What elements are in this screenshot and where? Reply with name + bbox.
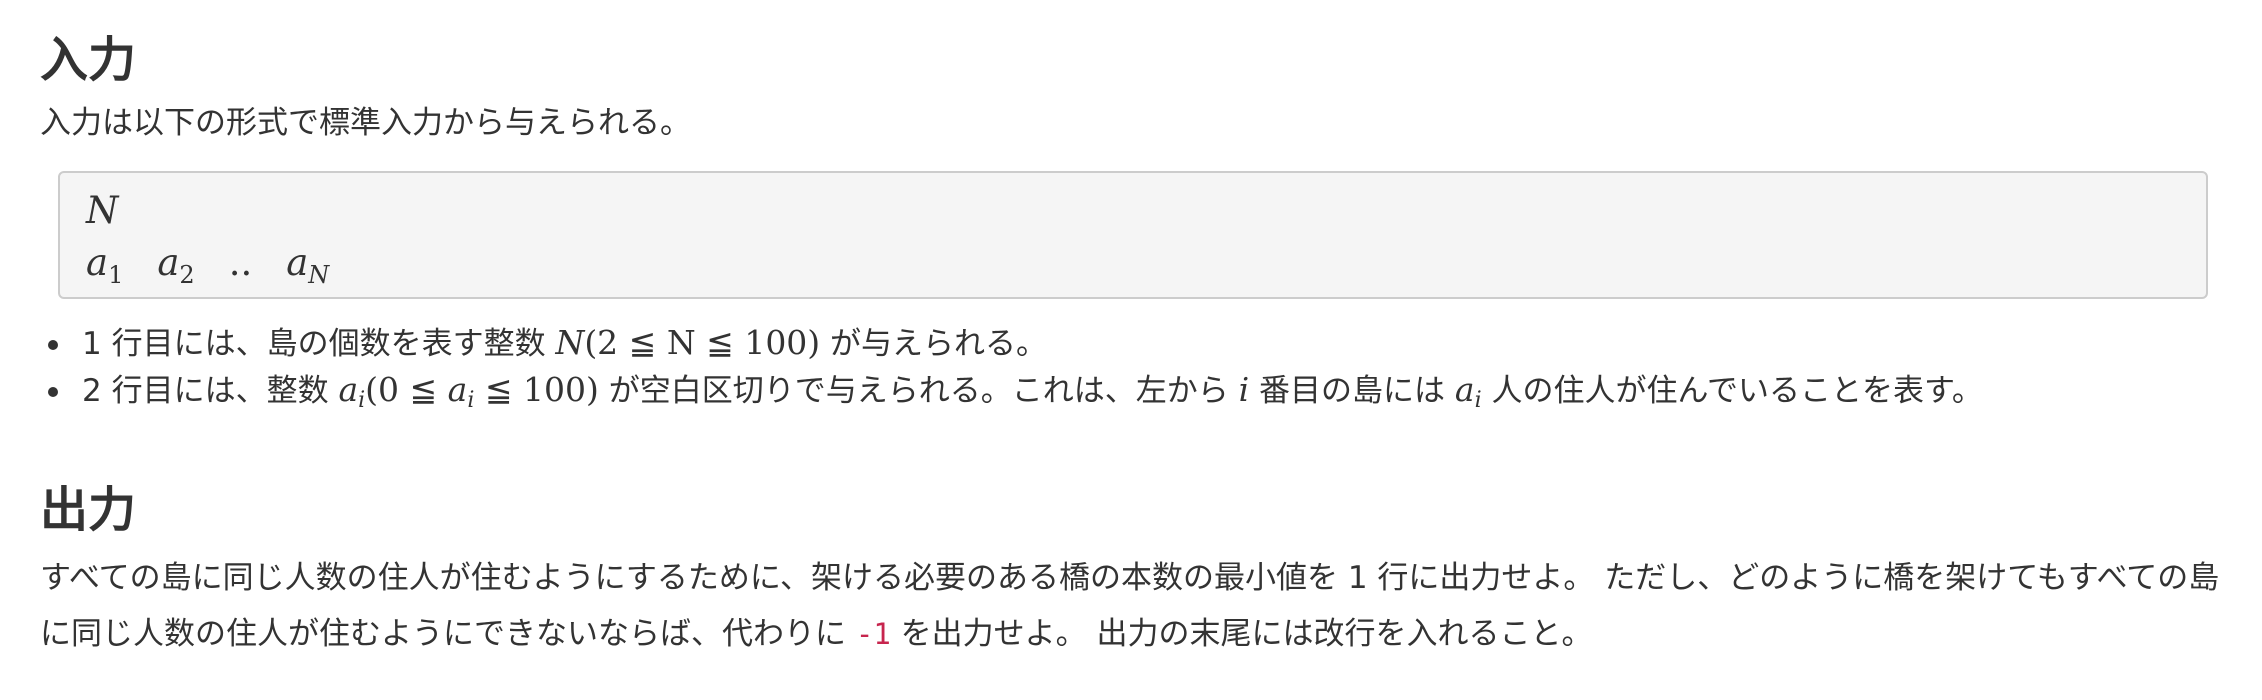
input-heading: 入力 (40, 32, 137, 88)
format-var-n: N (86, 189, 119, 232)
constraints-list: 1 行目には、島の個数を表す整数 N(2 ≦ N ≦ 100) が与えられる。 … (40, 320, 1983, 424)
math-range: (0 ≦ ai ≦ 100) (365, 370, 599, 413)
input-intro-text: 入力は以下の形式で標準入力から与えられる。 (40, 105, 691, 141)
constraint-text: 2 行目には、整数 (82, 373, 339, 409)
math-var-ai: ai (1454, 370, 1482, 413)
format-sub-2: 2 (179, 261, 195, 289)
format-line-n: N (86, 189, 118, 232)
output-heading: 出力 (40, 482, 137, 538)
input-format-block: N a1 a2.. aN (58, 171, 2208, 299)
output-description: すべての島に同じ人数の住人が住むようにするために、架ける必要のある橋の本数の最小… (40, 550, 2230, 662)
list-item: 2 行目には、整数 ai(0 ≦ ai ≦ 100) が空白区切りで与えられる。… (48, 367, 1983, 424)
math-var-n: N (555, 323, 585, 362)
constraint-text: が与えられる。 (820, 326, 1048, 362)
output-text: を出力せよ。 出力の末尾には改行を入れること。 (890, 616, 1593, 652)
inline-code-minus-one: -1 (855, 617, 891, 651)
format-var-a1: a (86, 241, 109, 284)
math-var-ai: ai (338, 370, 366, 413)
math-var-i: i (1238, 370, 1250, 409)
list-item: 1 行目には、島の個数を表す整数 N(2 ≦ N ≦ 100) が与えられる。 (48, 320, 1983, 367)
math-range: (2 ≦ N ≦ 100) (584, 323, 821, 362)
format-sub-1: 1 (108, 261, 124, 289)
constraint-text: 人の住人が住んでいることを表す。 (1481, 373, 1983, 409)
format-sub-n: N (308, 261, 330, 289)
format-line-a: a1 a2.. aN (86, 241, 329, 289)
format-var-an: a (286, 241, 309, 284)
format-var-a2: a (157, 241, 180, 284)
constraint-text: 番目の島には (1249, 373, 1455, 409)
format-ellipsis: .. (228, 241, 253, 284)
constraint-text: 1 行目には、島の個数を表す整数 (82, 326, 556, 362)
constraint-text: が空白区切りで与えられる。これは、左から (598, 373, 1239, 409)
